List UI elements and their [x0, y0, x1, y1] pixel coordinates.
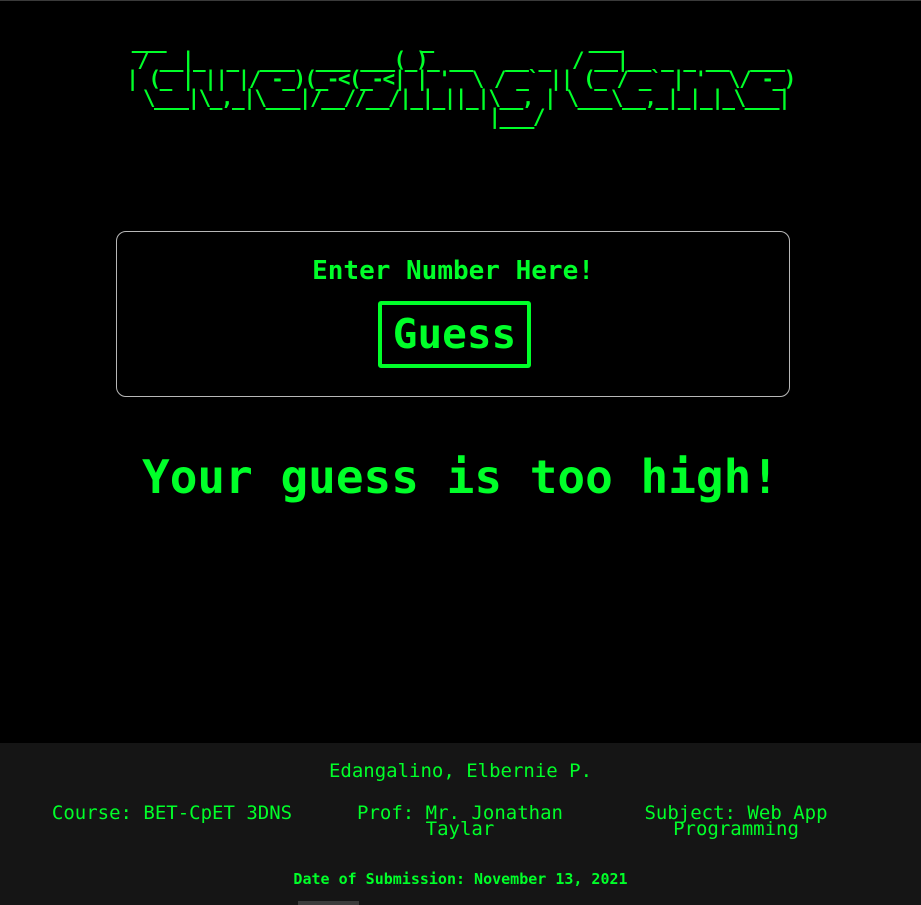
- footer: Edangalino, Elbernie P. Course: BET-CpET…: [0, 743, 921, 905]
- guess-panel: Enter Number Here! Guess: [116, 231, 790, 397]
- number-input-prompt[interactable]: Enter Number Here!: [117, 256, 789, 286]
- guess-button[interactable]: Guess: [378, 301, 531, 368]
- page-title-ascii-art: ___ _ ___ / __|_ _ ___ ___ ___(_)_ __ __…: [126, 29, 796, 129]
- course-info: Course: BET-CpET 3DNS: [51, 802, 293, 824]
- submission-date: Date of Submission: November 13, 2021: [293, 870, 628, 888]
- author-name: Edangalino, Elbernie P.: [328, 760, 593, 782]
- result-message: Your guess is too high!: [142, 450, 779, 504]
- top-border: [0, 0, 921, 1]
- subject-info: Subject: Web App Programming: [644, 802, 828, 840]
- horizontal-scrollbar-thumb[interactable]: [298, 901, 359, 905]
- professor-info: Prof: Mr. Jonathan Taylar: [357, 802, 563, 840]
